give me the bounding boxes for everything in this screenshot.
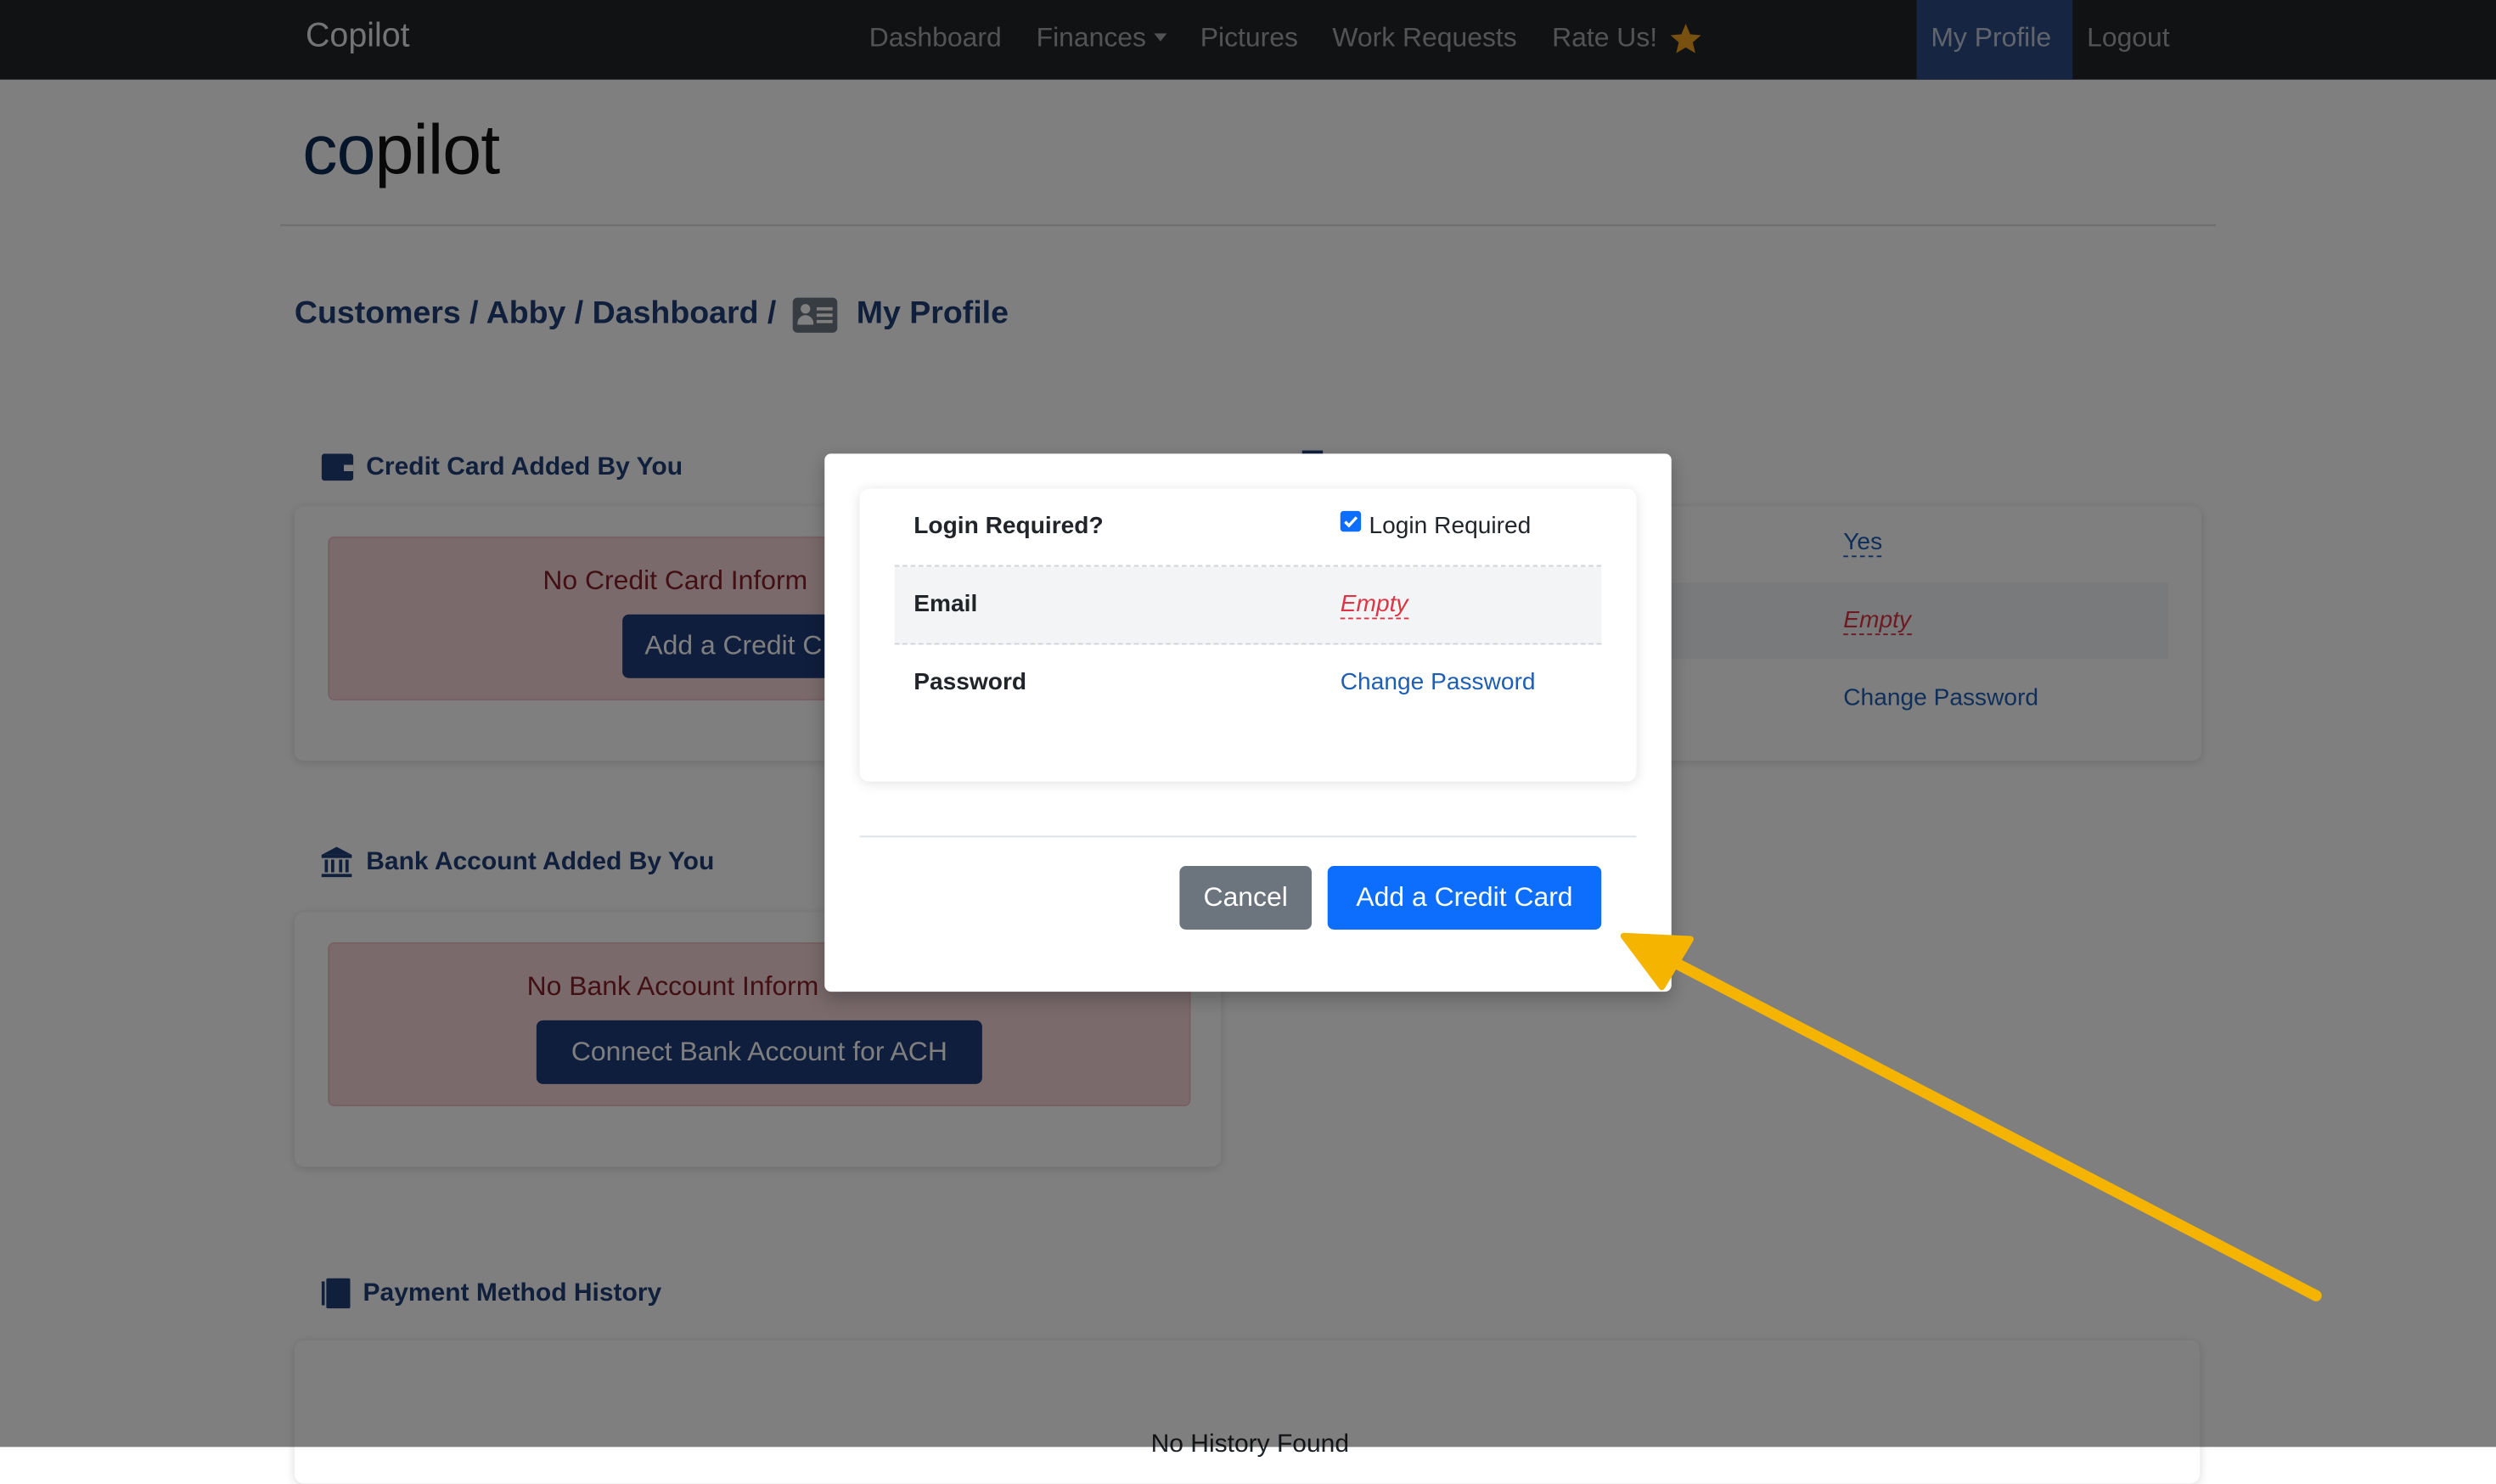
annotation-arrow-icon: [1620, 932, 2322, 1301]
